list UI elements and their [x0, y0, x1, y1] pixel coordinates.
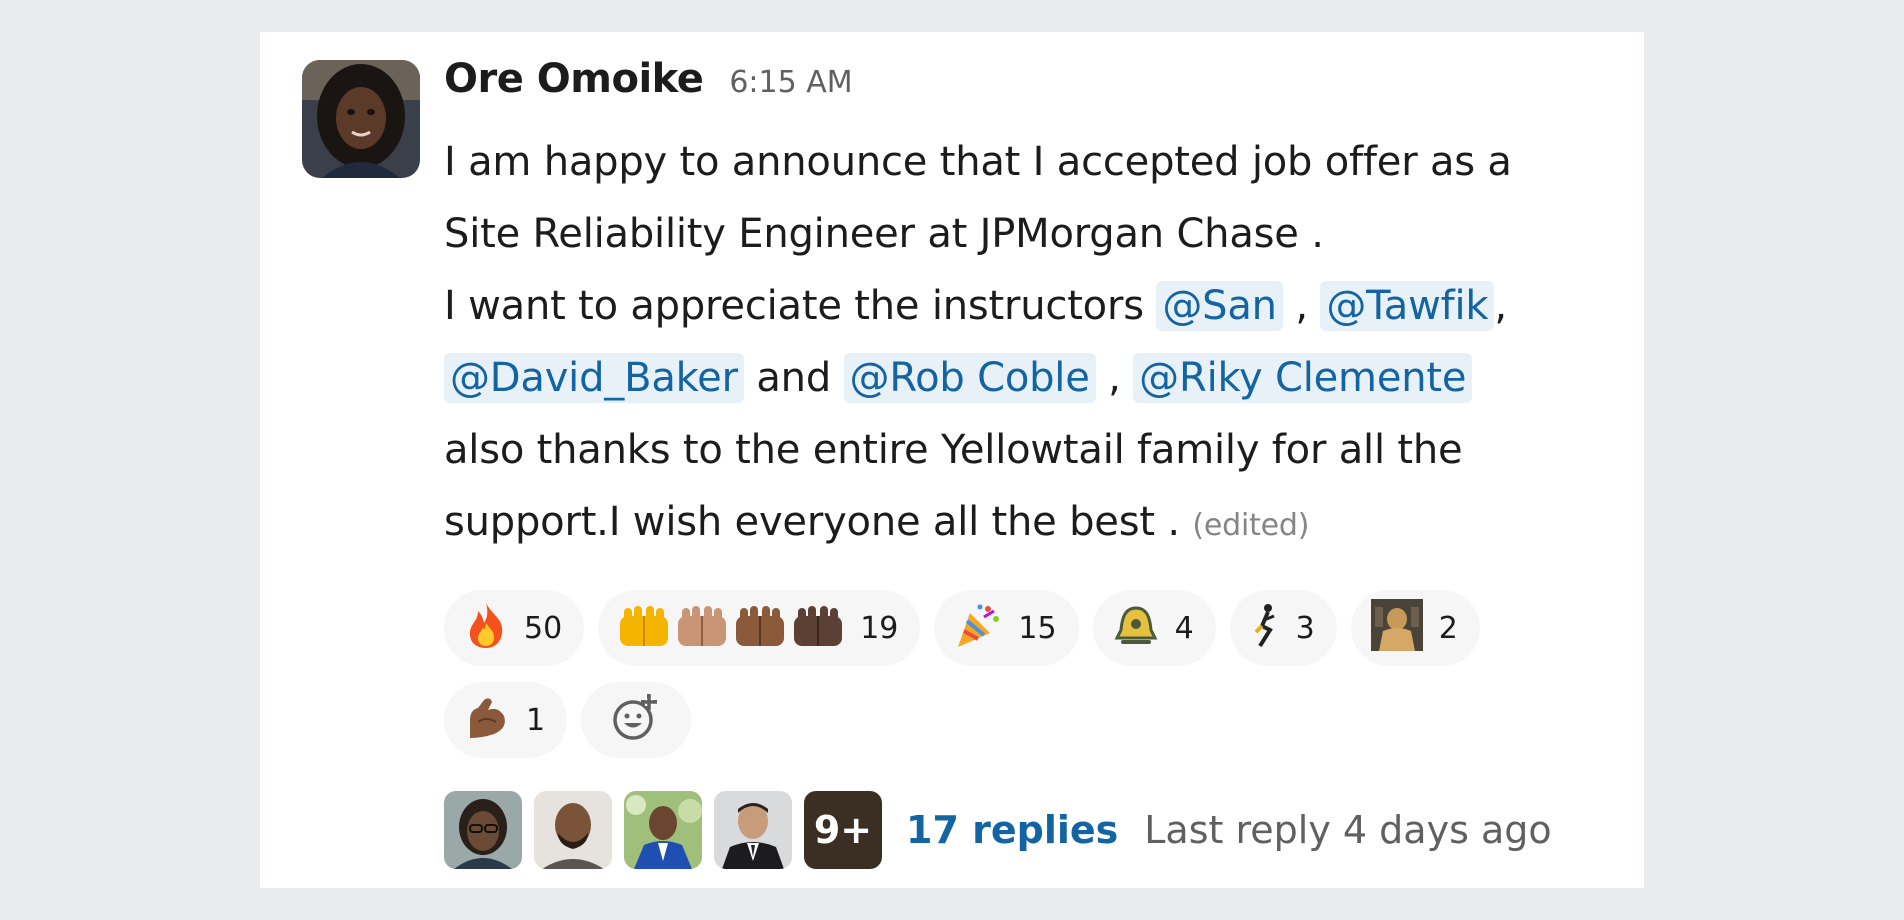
flexed-biceps-icon: [464, 694, 510, 747]
reaction-raised-hands[interactable]: 19: [598, 590, 921, 666]
message-text: also thanks to the entire Yellowtail fam…: [444, 427, 1463, 473]
message-body: I am happy to announce that I accepted j…: [444, 126, 1604, 562]
edited-label: (edited): [1192, 508, 1310, 543]
mention-david-baker[interactable]: @David_Baker: [444, 353, 744, 403]
dancer-icon: [1250, 602, 1280, 655]
message-timestamp[interactable]: 6:15 AM: [729, 65, 852, 100]
reply-avatar[interactable]: [624, 791, 702, 869]
message-text: Site Reliability Engineer at JPMorgan Ch…: [444, 211, 1324, 257]
reaction-count: 3: [1295, 610, 1315, 646]
message-card[interactable]: Ore Omoike 6:15 AM I am happy to announc…: [260, 32, 1644, 888]
message-text: support.I wish everyone all the best .: [444, 499, 1193, 545]
last-reply-time: Last reply 4 days ago: [1144, 808, 1552, 852]
message-text: ,: [1095, 355, 1134, 401]
replies-link[interactable]: 17 replies: [906, 808, 1118, 852]
reaction-dancer[interactable]: 3: [1229, 590, 1337, 666]
mention-rob-coble[interactable]: @Rob Coble: [843, 353, 1096, 403]
message-text: I am happy to announce that I accepted j…: [444, 139, 1512, 185]
reaction-count: 50: [524, 610, 563, 646]
reactions-bar: 50 19 15 4 3 2 1: [444, 590, 1594, 758]
bell-icon: [1113, 604, 1159, 653]
reply-avatar[interactable]: [444, 791, 522, 869]
mention-tawfik[interactable]: @Tawfik: [1320, 281, 1495, 331]
message-text: I want to appreciate the instructors: [444, 283, 1157, 329]
message-text: ,: [1282, 283, 1321, 329]
fire-icon: [464, 601, 508, 656]
reaction-count: 1: [526, 702, 546, 738]
reaction-custom-image[interactable]: 2: [1350, 590, 1480, 666]
reaction-party[interactable]: 15: [934, 590, 1079, 666]
reply-avatar[interactable]: [534, 791, 612, 869]
custom-image-icon: [1370, 598, 1423, 658]
mention-san[interactable]: @San: [1156, 281, 1283, 331]
add-emoji-icon: [611, 692, 661, 749]
reaction-biceps[interactable]: 1: [444, 682, 568, 758]
reaction-bell[interactable]: 4: [1092, 590, 1216, 666]
party-popper-icon: [954, 601, 1002, 656]
thread-summary[interactable]: 9+ 17 replies Last reply 4 days ago: [444, 790, 1624, 870]
more-repliers-badge[interactable]: 9+: [804, 791, 882, 869]
reaction-count: 4: [1174, 610, 1194, 646]
author-avatar[interactable]: [302, 60, 420, 178]
more-repliers-count: 9+: [813, 808, 873, 852]
message-text: ,: [1494, 283, 1507, 329]
message-header: Ore Omoike 6:15 AM: [444, 56, 1624, 108]
reaction-count: 2: [1438, 610, 1458, 646]
reaction-count: 19: [860, 610, 899, 646]
mention-riky-clemente[interactable]: @Riky Clemente: [1133, 353, 1473, 403]
message-text: and: [743, 355, 844, 401]
reaction-fire[interactable]: 50: [444, 590, 585, 666]
reply-avatar[interactable]: [714, 791, 792, 869]
reaction-count: 15: [1018, 610, 1057, 646]
add-reaction-button[interactable]: [581, 682, 692, 758]
author-name[interactable]: Ore Omoike: [444, 56, 704, 102]
raised-hands-multi-skin-icon: [618, 602, 844, 655]
